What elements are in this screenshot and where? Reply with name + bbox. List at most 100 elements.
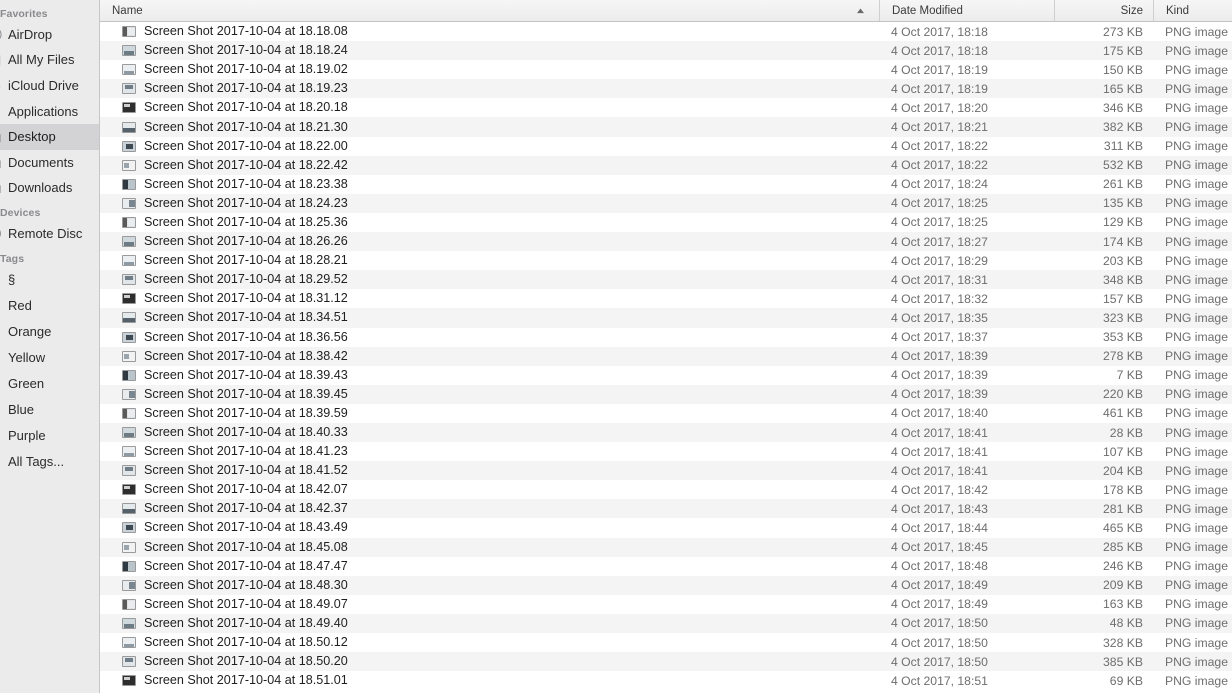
table-row[interactable]: Screen Shot 2017-10-04 at 18.22.00 4 Oct … <box>100 136 1232 156</box>
sidebar-item-remote-disc[interactable]: Remote Disc <box>0 221 99 247</box>
table-row[interactable]: Screen Shot 2017-10-04 at 18.20.18 4 Oct … <box>100 98 1232 118</box>
screenshot-thumbnail-icon <box>122 26 136 38</box>
size-cell: 281 KB <box>1103 501 1143 516</box>
table-row[interactable]: Screen Shot 2017-10-04 at 18.42.37 4 Oct … <box>100 499 1232 519</box>
sidebar-item-downloads[interactable]: Downloads <box>0 176 99 202</box>
file-name-cell[interactable]: Screen Shot 2017-10-04 at 18.40.33 <box>100 425 879 440</box>
file-name-cell[interactable]: Screen Shot 2017-10-04 at 18.19.23 <box>100 81 879 96</box>
table-row[interactable]: Screen Shot 2017-10-04 at 18.22.42 4 Oct … <box>100 155 1232 175</box>
file-name-cell[interactable]: Screen Shot 2017-10-04 at 18.49.40 <box>100 616 879 631</box>
table-row[interactable]: Screen Shot 2017-10-04 at 18.18.08 4 Oct … <box>100 22 1232 42</box>
file-name-cell[interactable]: Screen Shot 2017-10-04 at 18.22.42 <box>100 158 879 173</box>
sidebar-item-applications[interactable]: Applications <box>0 99 99 125</box>
file-name-cell[interactable]: Screen Shot 2017-10-04 at 18.36.56 <box>100 330 879 345</box>
sidebar-item-[interactable]: § <box>0 267 99 293</box>
sidebar-item-orange[interactable]: Orange <box>0 319 99 345</box>
table-row[interactable]: Screen Shot 2017-10-04 at 18.41.23 4 Oct … <box>100 442 1232 462</box>
table-row[interactable]: Screen Shot 2017-10-04 at 18.29.52 4 Oct … <box>100 270 1232 290</box>
table-row[interactable]: Screen Shot 2017-10-04 at 18.19.02 4 Oct … <box>100 60 1232 80</box>
table-row[interactable]: Screen Shot 2017-10-04 at 18.50.12 4 Oct … <box>100 633 1232 653</box>
column-header-kind[interactable]: Kind <box>1153 0 1232 21</box>
file-name-cell[interactable]: Screen Shot 2017-10-04 at 18.43.49 <box>100 520 879 535</box>
sidebar-item-all-tags[interactable]: All Tags... <box>0 449 99 475</box>
finder-window: Favorites AirDrop All My Files iCloud Drive… <box>0 0 1232 693</box>
file-name-cell[interactable]: Screen Shot 2017-10-04 at 18.25.36 <box>100 215 879 230</box>
table-row[interactable]: Screen Shot 2017-10-04 at 18.21.30 4 Oct … <box>100 117 1232 137</box>
table-row[interactable]: Screen Shot 2017-10-04 at 18.18.24 4 Oct … <box>100 41 1232 61</box>
file-name-cell[interactable]: Screen Shot 2017-10-04 at 18.50.12 <box>100 635 879 650</box>
table-row[interactable]: Screen Shot 2017-10-04 at 18.39.43 4 Oct … <box>100 365 1232 385</box>
table-row[interactable]: Screen Shot 2017-10-04 at 18.42.07 4 Oct … <box>100 480 1232 500</box>
file-name-cell[interactable]: Screen Shot 2017-10-04 at 18.18.08 <box>100 24 879 39</box>
file-rows-container[interactable]: Screen Shot 2017-10-04 at 18.18.08 4 Oct … <box>100 22 1232 693</box>
file-name-cell[interactable]: Screen Shot 2017-10-04 at 18.41.52 <box>100 463 879 478</box>
table-row[interactable]: Screen Shot 2017-10-04 at 18.38.42 4 Oct … <box>100 346 1232 366</box>
file-name-cell[interactable]: Screen Shot 2017-10-04 at 18.42.07 <box>100 482 879 497</box>
size-cell: 348 KB <box>1103 272 1143 287</box>
file-name-cell[interactable]: Screen Shot 2017-10-04 at 18.26.26 <box>100 234 879 249</box>
sidebar-item-desktop[interactable]: Desktop <box>0 124 99 150</box>
table-row[interactable]: Screen Shot 2017-10-04 at 18.45.08 4 Oct … <box>100 537 1232 557</box>
size-cell: 328 KB <box>1103 635 1143 650</box>
file-name-cell[interactable]: Screen Shot 2017-10-04 at 18.49.07 <box>100 597 879 612</box>
screenshot-thumbnail-icon <box>122 216 136 228</box>
file-name-cell[interactable]: Screen Shot 2017-10-04 at 18.51.01 <box>100 673 879 688</box>
file-name-cell[interactable]: Screen Shot 2017-10-04 at 18.20.18 <box>100 100 879 115</box>
table-row[interactable]: Screen Shot 2017-10-04 at 18.24.23 4 Oct … <box>100 193 1232 213</box>
file-name-cell[interactable]: Screen Shot 2017-10-04 at 18.21.30 <box>100 120 879 135</box>
file-name-cell[interactable]: Screen Shot 2017-10-04 at 18.24.23 <box>100 196 879 211</box>
sidebar-item-blue[interactable]: Blue <box>0 397 99 423</box>
file-name-cell[interactable]: Screen Shot 2017-10-04 at 18.38.42 <box>100 349 879 364</box>
file-name-cell[interactable]: Screen Shot 2017-10-04 at 18.23.38 <box>100 177 879 192</box>
table-row[interactable]: Screen Shot 2017-10-04 at 18.43.49 4 Oct … <box>100 518 1232 538</box>
table-row[interactable]: Screen Shot 2017-10-04 at 18.40.33 4 Oct … <box>100 422 1232 443</box>
table-row[interactable]: Screen Shot 2017-10-04 at 18.36.56 4 Oct … <box>100 327 1232 347</box>
table-row[interactable]: Screen Shot 2017-10-04 at 18.34.51 4 Oct … <box>100 308 1232 328</box>
table-row[interactable]: Screen Shot 2017-10-04 at 18.23.38 4 Oct … <box>100 174 1232 194</box>
file-name-cell[interactable]: Screen Shot 2017-10-04 at 18.22.00 <box>100 139 879 154</box>
table-row[interactable]: Screen Shot 2017-10-04 at 18.19.23 4 Oct … <box>100 79 1232 99</box>
table-row[interactable]: Screen Shot 2017-10-04 at 18.39.59 4 Oct … <box>100 403 1232 423</box>
file-name-cell[interactable]: Screen Shot 2017-10-04 at 18.34.51 <box>100 310 879 325</box>
table-row[interactable]: Screen Shot 2017-10-04 at 18.26.26 4 Oct … <box>100 232 1232 252</box>
table-row[interactable]: Screen Shot 2017-10-04 at 18.31.12 4 Oct … <box>100 289 1232 309</box>
size-cell: 150 KB <box>1103 62 1143 77</box>
file-name-cell[interactable]: Screen Shot 2017-10-04 at 18.45.08 <box>100 540 879 555</box>
size-cell: 246 KB <box>1103 559 1143 574</box>
sidebar-item-airdrop[interactable]: AirDrop <box>0 22 99 48</box>
file-name-cell[interactable]: Screen Shot 2017-10-04 at 18.39.45 <box>100 387 879 402</box>
sidebar-item-icloud-drive[interactable]: iCloud Drive <box>0 73 99 99</box>
file-name-cell[interactable]: Screen Shot 2017-10-04 at 18.31.12 <box>100 291 879 306</box>
file-name-cell[interactable]: Screen Shot 2017-10-04 at 18.41.23 <box>100 444 879 459</box>
sidebar-item-documents[interactable]: Documents <box>0 150 99 176</box>
file-name-cell[interactable]: Screen Shot 2017-10-04 at 18.47.47 <box>100 559 879 574</box>
table-row[interactable]: Screen Shot 2017-10-04 at 18.49.07 4 Oct … <box>100 594 1232 614</box>
file-name-cell[interactable]: Screen Shot 2017-10-04 at 18.42.37 <box>100 501 879 516</box>
table-row[interactable]: Screen Shot 2017-10-04 at 18.47.47 4 Oct … <box>100 556 1232 576</box>
sidebar-item-red[interactable]: Red <box>0 293 99 319</box>
column-header-size[interactable]: Size <box>1054 0 1153 21</box>
table-row[interactable]: Screen Shot 2017-10-04 at 18.25.36 4 Oct … <box>100 212 1232 233</box>
table-row[interactable]: Screen Shot 2017-10-04 at 18.48.30 4 Oct … <box>100 575 1232 595</box>
file-name-cell[interactable]: Screen Shot 2017-10-04 at 18.29.52 <box>100 272 879 287</box>
sidebar-item-purple[interactable]: Purple <box>0 423 99 449</box>
column-header-date-modified[interactable]: Date Modified <box>879 0 1054 21</box>
file-name-cell[interactable]: Screen Shot 2017-10-04 at 18.50.20 <box>100 654 879 669</box>
table-row[interactable]: Screen Shot 2017-10-04 at 18.50.20 4 Oct … <box>100 652 1232 672</box>
file-name-cell[interactable]: Screen Shot 2017-10-04 at 18.48.30 <box>100 578 879 593</box>
file-name-cell[interactable]: Screen Shot 2017-10-04 at 18.39.59 <box>100 406 879 421</box>
file-name-cell[interactable]: Screen Shot 2017-10-04 at 18.19.02 <box>100 62 879 77</box>
file-name-cell[interactable]: Screen Shot 2017-10-04 at 18.18.24 <box>100 43 879 58</box>
sidebar-item-green[interactable]: Green <box>0 371 99 397</box>
table-row[interactable]: Screen Shot 2017-10-04 at 18.39.45 4 Oct … <box>100 384 1232 404</box>
table-row[interactable]: Screen Shot 2017-10-04 at 18.51.01 4 Oct … <box>100 671 1232 691</box>
sidebar-item-yellow[interactable]: Yellow <box>0 345 99 371</box>
table-row[interactable]: Screen Shot 2017-10-04 at 18.41.52 4 Oct … <box>100 461 1232 481</box>
table-row[interactable]: Screen Shot 2017-10-04 at 18.49.40 4 Oct … <box>100 613 1232 633</box>
file-name-cell[interactable]: Screen Shot 2017-10-04 at 18.28.21 <box>100 253 879 268</box>
sidebar-item-all-my-files[interactable]: All My Files <box>0 48 99 74</box>
column-header-name[interactable]: Name <box>100 0 879 21</box>
table-row[interactable]: Screen Shot 2017-10-04 at 18.28.21 4 Oct … <box>100 251 1232 271</box>
size-cell: 7 KB <box>1116 368 1143 383</box>
file-name-cell[interactable]: Screen Shot 2017-10-04 at 18.39.43 <box>100 368 879 383</box>
